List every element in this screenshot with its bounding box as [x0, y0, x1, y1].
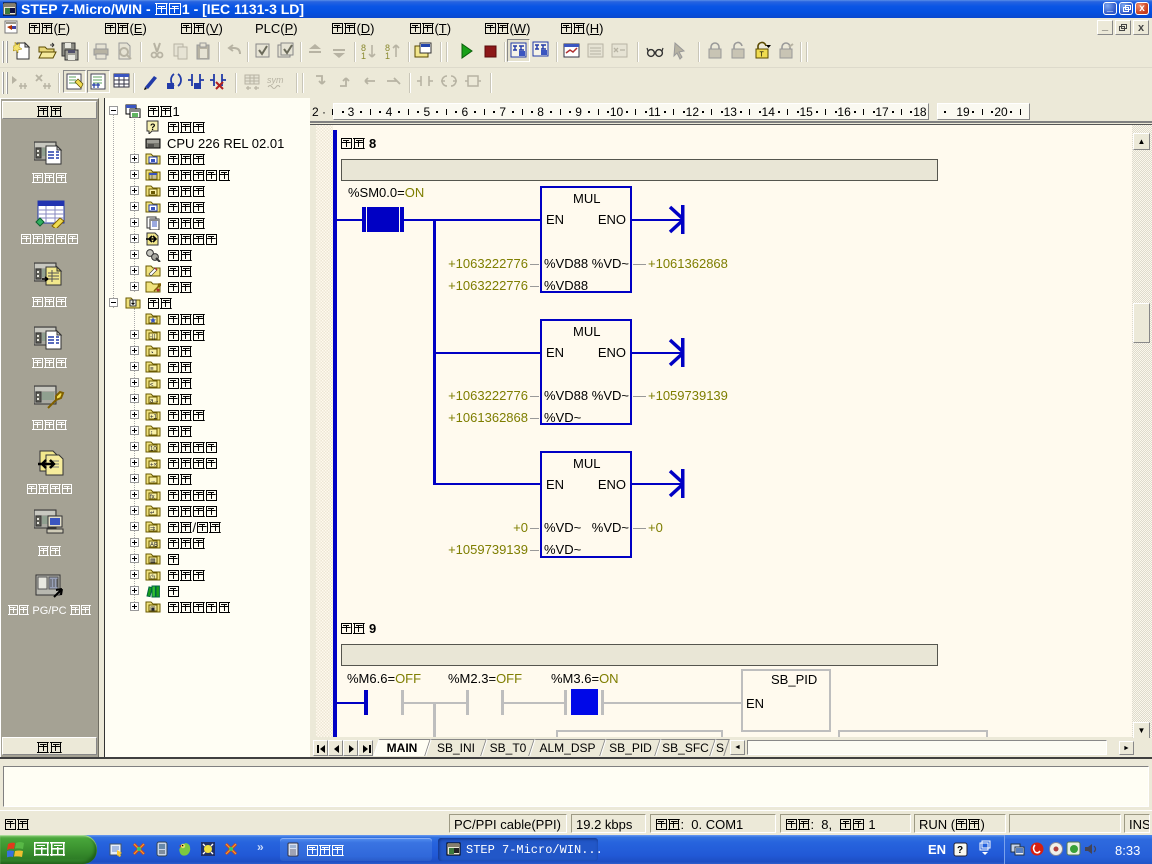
svg-text:◷: ◷ — [150, 575, 155, 581]
svg-text:?: ? — [150, 122, 156, 132]
svg-text:≡: ≡ — [150, 367, 154, 373]
svg-text:fx: fx — [150, 495, 155, 501]
svg-text:sym: sym — [267, 75, 284, 85]
svg-text:1: 1 — [385, 51, 390, 61]
svg-text:1: 1 — [361, 51, 366, 61]
svg-text:AB: AB — [150, 543, 158, 549]
svg-text:?: ? — [957, 845, 963, 856]
svg-text:-||: -|| — [150, 335, 156, 341]
svg-text:10: 10 — [150, 447, 157, 453]
svg-text:◔: ◔ — [150, 351, 154, 357]
svg-text:+×: +× — [150, 463, 158, 469]
svg-text:<: < — [150, 383, 154, 389]
svg-text:↕: ↕ — [150, 431, 153, 437]
svg-text:⇉: ⇉ — [150, 526, 155, 533]
svg-text:↵: ↵ — [150, 511, 155, 517]
svg-text:a→: a→ — [150, 399, 159, 405]
svg-text:▦: ▦ — [150, 559, 156, 565]
svg-text:→: → — [150, 479, 156, 485]
svg-text:T: T — [760, 52, 765, 59]
svg-text:▣: ▣ — [150, 607, 156, 613]
svg-text:+1: +1 — [150, 415, 158, 421]
